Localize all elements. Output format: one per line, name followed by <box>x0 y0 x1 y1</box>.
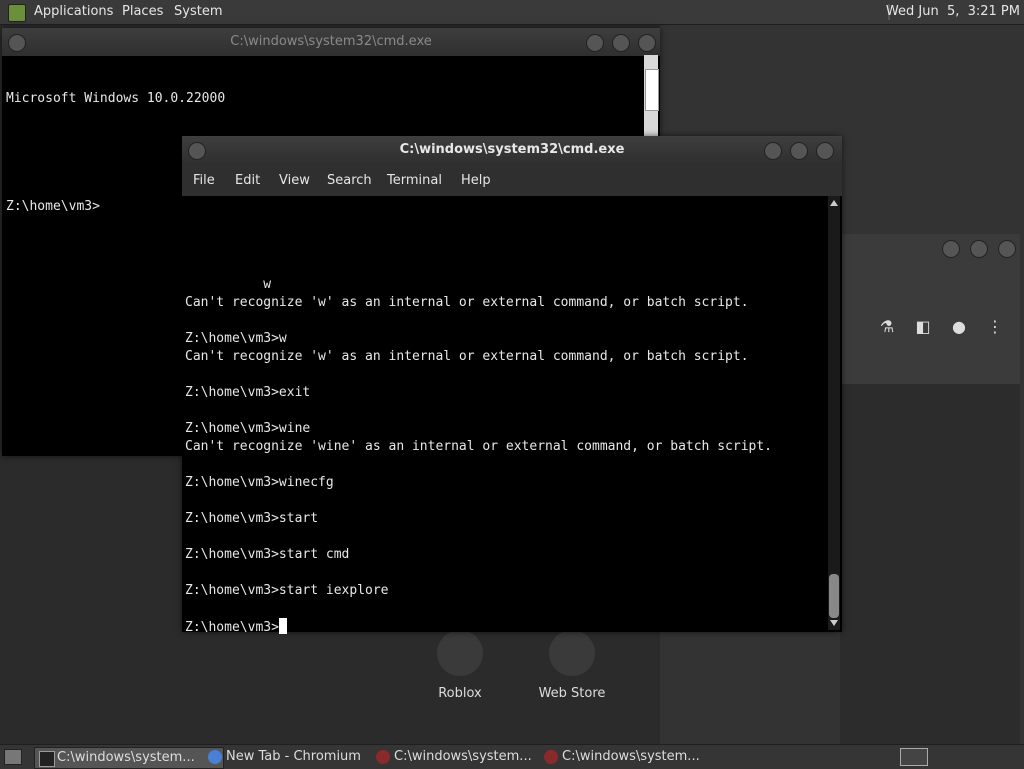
maximize-button[interactable] <box>970 240 988 258</box>
terminal-line: Microsoft Windows 10.0.22000 <box>6 91 226 106</box>
window-title: C:\windows\system32\cmd.exe <box>399 142 625 157</box>
clock[interactable]: Wed Jun 5, 3:21 PM <box>886 4 1020 19</box>
chromium-window: ⚗ ◧ ● ⋮ <box>840 234 1020 744</box>
shortcut-label: Web Store <box>538 686 606 701</box>
terminal-line: Z:\home\vm3>wine <box>185 421 311 436</box>
scrollbar-thumb[interactable] <box>645 69 659 111</box>
terminal-line: Z:\home\vm3>start iexplore <box>185 583 389 598</box>
scroll-down-arrow-icon[interactable] <box>830 620 838 626</box>
terminal-line: Can't recognize 'w' as an internal or ex… <box>185 349 749 364</box>
taskbar-item[interactable]: C:\windows\system... <box>372 747 558 767</box>
terminal-prompt: Z:\home\vm3> <box>185 620 279 635</box>
menu-applications[interactable]: Applications <box>34 4 113 19</box>
profile-icon[interactable]: ● <box>950 317 968 336</box>
close-button[interactable] <box>998 240 1016 258</box>
taskbar-item-label: C:\windows\system... <box>57 750 195 765</box>
terminal-line: Z:\home\vm3>start <box>185 511 319 526</box>
menu-file[interactable]: File <box>193 173 215 188</box>
window-titlebar[interactable]: C:\windows\system32\cmd.exe <box>182 136 842 164</box>
taskbar-item-label: C:\windows\system... <box>562 749 700 764</box>
wine-icon <box>544 750 558 764</box>
menu-places[interactable]: Places <box>122 4 163 19</box>
terminal-line: Can't recognize 'wine' as an internal or… <box>185 439 772 454</box>
wine-icon <box>376 750 390 764</box>
show-desktop-icon[interactable] <box>4 749 22 765</box>
applications-menu-icon[interactable] <box>8 4 26 22</box>
menu-bar: File Edit View Search Terminal Help <box>182 164 842 196</box>
window-menu-button[interactable] <box>8 34 26 52</box>
scrollbar-thumb[interactable] <box>829 574 839 618</box>
taskbar-item-label: New Tab - Chromium <box>226 749 361 764</box>
top-panel: Applications Places System Wed Jun 5, 3:… <box>0 0 1024 25</box>
more-vert-icon[interactable]: ⋮ <box>986 317 1004 336</box>
terminal-icon <box>39 751 55 767</box>
chromium-toolbar <box>840 234 1020 384</box>
terminal-line: Z:\home\vm3>start cmd <box>185 547 350 562</box>
menu-search[interactable]: Search <box>327 173 372 188</box>
terminal-line: Z:\home\vm3>w <box>185 331 287 346</box>
cmd-window-front[interactable]: C:\windows\system32\cmd.exe File Edit Vi… <box>182 136 842 635</box>
minimize-button[interactable] <box>586 34 604 52</box>
shortcut-label: Roblox <box>438 686 482 701</box>
terminal-line: w <box>185 277 272 292</box>
terminal-output[interactable]: w Can't recognize 'w' as an internal or e… <box>185 204 772 637</box>
scrollbar[interactable] <box>828 196 840 630</box>
maximize-button[interactable] <box>790 142 808 160</box>
menu-terminal[interactable]: Terminal <box>387 173 442 188</box>
text-cursor <box>278 618 287 634</box>
terminal-line: Z:\home\vm3>exit <box>185 385 311 400</box>
close-button[interactable] <box>638 34 656 52</box>
taskbar: C:\windows\system... New Tab - Chromium … <box>0 744 1024 769</box>
taskbar-item[interactable]: C:\windows\system... <box>34 747 224 769</box>
shortcut-roblox[interactable]: Roblox <box>410 630 510 701</box>
minimize-button[interactable] <box>764 142 782 160</box>
chromium-icon <box>208 750 222 764</box>
minimize-button[interactable] <box>942 240 960 258</box>
terminal-prompt-line: Z:\home\vm3> <box>185 618 772 637</box>
maximize-button[interactable] <box>612 34 630 52</box>
sidepanel-icon[interactable]: ◧ <box>914 317 932 336</box>
menu-help[interactable]: Help <box>461 173 491 188</box>
menu-view[interactable]: View <box>279 173 310 188</box>
menu-system[interactable]: System <box>174 4 222 19</box>
taskbar-item-label: C:\windows\system... <box>394 749 532 764</box>
taskbar-item[interactable]: New Tab - Chromium <box>204 747 390 767</box>
window-titlebar[interactable]: C:\windows\system32\cmd.exe <box>2 28 660 56</box>
flask-icon[interactable]: ⚗ <box>878 317 896 336</box>
shortcut-web-store[interactable]: Web Store <box>522 630 622 701</box>
menu-edit[interactable]: Edit <box>235 173 260 188</box>
close-button[interactable] <box>816 142 834 160</box>
window-menu-button[interactable] <box>188 142 206 160</box>
workspace-switcher[interactable] <box>900 748 928 766</box>
window-title: C:\windows\system32\cmd.exe <box>230 34 432 49</box>
scroll-up-arrow-icon[interactable] <box>830 200 838 206</box>
terminal-line: Z:\home\vm3>winecfg <box>185 475 334 490</box>
terminal-line: Can't recognize 'w' as an internal or ex… <box>185 295 749 310</box>
taskbar-item[interactable]: C:\windows\system... <box>540 747 726 767</box>
